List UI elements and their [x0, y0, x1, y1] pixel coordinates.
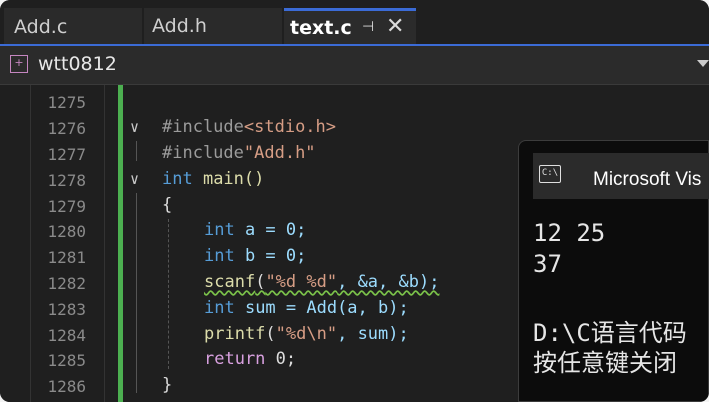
- code-line: return 0;: [204, 349, 297, 369]
- gutter-border: [104, 85, 105, 402]
- terminal-icon: C:\: [539, 165, 561, 183]
- fold-line: [136, 141, 137, 161]
- line-number: 1280: [47, 222, 86, 241]
- code-line: int b = 0;: [204, 246, 307, 266]
- line-number: 1283: [47, 300, 86, 319]
- tab-label: Add.h: [152, 15, 207, 37]
- line-number: 1284: [47, 326, 86, 345]
- fold-chevron-icon[interactable]: ∨: [130, 170, 139, 188]
- console-output-line: 12 25: [533, 219, 606, 247]
- close-icon[interactable]: ✕: [386, 14, 404, 39]
- line-number: 1278: [47, 171, 86, 190]
- project-icon: +: [10, 55, 28, 73]
- ide-window: Add.c Add.h text.c ⊣ ✕ + wtt0812 1275 12…: [0, 0, 709, 402]
- tab-add-h[interactable]: Add.h: [144, 8, 282, 44]
- code-line: #include"Add.h": [162, 143, 316, 163]
- code-line: printf("%d\n", sum);: [204, 324, 409, 344]
- code-line: #include<stdio.h>: [162, 117, 337, 137]
- tab-label: Add.c: [14, 16, 68, 38]
- project-name: wtt0812: [38, 53, 117, 75]
- code-line: }: [162, 375, 173, 395]
- pin-icon[interactable]: ⊣: [362, 19, 374, 35]
- tab-strip: Add.c Add.h text.c ⊣ ✕: [0, 0, 709, 44]
- code-line: int sum = Add(a, b);: [204, 298, 409, 318]
- code-line: {: [162, 195, 173, 215]
- line-number: 1281: [47, 248, 86, 267]
- line-number: 1277: [47, 145, 86, 164]
- line-number: 1276: [47, 119, 86, 138]
- tab-add-c[interactable]: Add.c: [4, 8, 142, 44]
- line-number: 1286: [47, 377, 86, 396]
- line-number: 1282: [47, 274, 86, 293]
- console-output-line: 37: [533, 250, 562, 278]
- console-title: Microsoft Vis: [593, 169, 702, 190]
- dropdown-arrow-icon[interactable]: [697, 60, 709, 67]
- debug-console-window[interactable]: C:\ Microsoft Vis 12 25 37 D:\C语言代码 按任意键…: [518, 140, 709, 402]
- indent-guide: [168, 219, 169, 369]
- line-number: 1275: [47, 93, 86, 112]
- console-output-line: 按任意键关闭: [533, 349, 677, 377]
- project-bar[interactable]: + wtt0812: [0, 46, 709, 85]
- line-number: 1279: [47, 197, 86, 216]
- code-line: scanf("%d %d", &a, &b);: [204, 272, 440, 292]
- tab-label: text.c: [290, 16, 352, 39]
- line-number: 1285: [47, 351, 86, 370]
- fold-line: [136, 193, 137, 393]
- change-indicator-bar: [118, 85, 123, 402]
- tab-text-c[interactable]: text.c ⊣ ✕: [284, 8, 416, 44]
- code-line: int main(): [162, 169, 265, 189]
- fold-chevron-icon[interactable]: ∨: [130, 118, 139, 136]
- code-line: int a = 0;: [204, 220, 307, 240]
